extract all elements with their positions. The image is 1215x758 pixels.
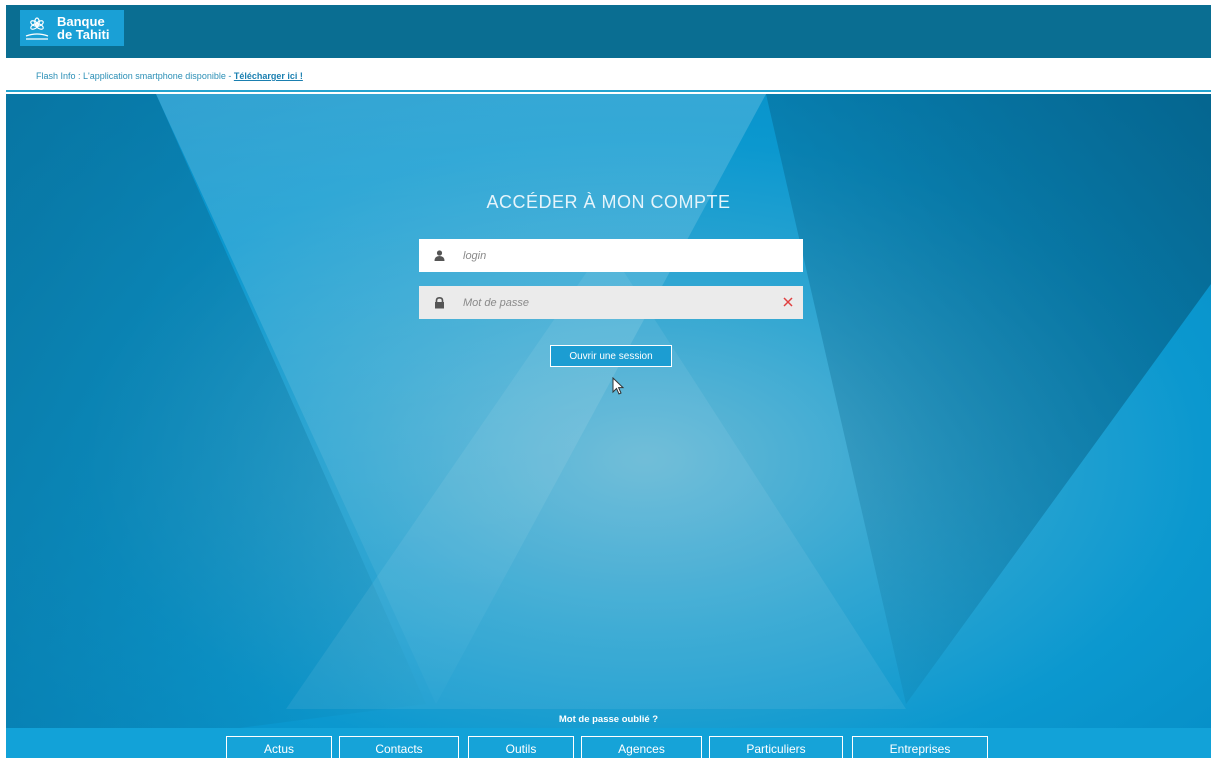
password-field <box>419 286 803 319</box>
nav-entreprises[interactable]: Entreprises <box>852 736 988 758</box>
bottom-nav: Actus Contacts Outils Agences Particulie… <box>6 736 1211 758</box>
mouse-cursor-icon <box>612 376 626 397</box>
flash-info-bar: Flash Info : L'application smartphone di… <box>6 58 1211 92</box>
nav-contacts[interactable]: Contacts <box>339 736 459 758</box>
top-header: Banque de Tahiti <box>6 5 1211 58</box>
bank-name: Banque de Tahiti <box>57 14 110 42</box>
flower-icon <box>23 14 51 42</box>
login-hero: ACCÉDER À MON COMPTE Ouvrir une session … <box>6 94 1211 758</box>
clear-password-icon[interactable] <box>781 295 795 309</box>
user-icon <box>433 250 445 262</box>
forgot-password-link[interactable]: Mot de passe oublié ? <box>6 714 1211 725</box>
login-title: ACCÉDER À MON COMPTE <box>486 192 731 212</box>
open-session-button[interactable]: Ouvrir une session <box>550 345 672 367</box>
login-input[interactable] <box>463 249 763 262</box>
nav-actus[interactable]: Actus <box>226 736 332 758</box>
flash-info-text: Flash Info : L'application smartphone di… <box>36 71 303 81</box>
flash-info-message: Flash Info : L'application smartphone di… <box>36 71 234 81</box>
bank-logo[interactable]: Banque de Tahiti <box>20 10 124 46</box>
nav-outils[interactable]: Outils <box>468 736 574 758</box>
login-field <box>419 239 803 272</box>
page-frame: Banque de Tahiti Flash Info : L'applicat… <box>6 5 1211 758</box>
lock-icon <box>433 296 445 309</box>
download-link[interactable]: Télécharger ici ! <box>234 71 303 81</box>
password-input[interactable] <box>463 296 763 309</box>
nav-agences[interactable]: Agences <box>581 736 702 758</box>
nav-particuliers[interactable]: Particuliers <box>709 736 843 758</box>
